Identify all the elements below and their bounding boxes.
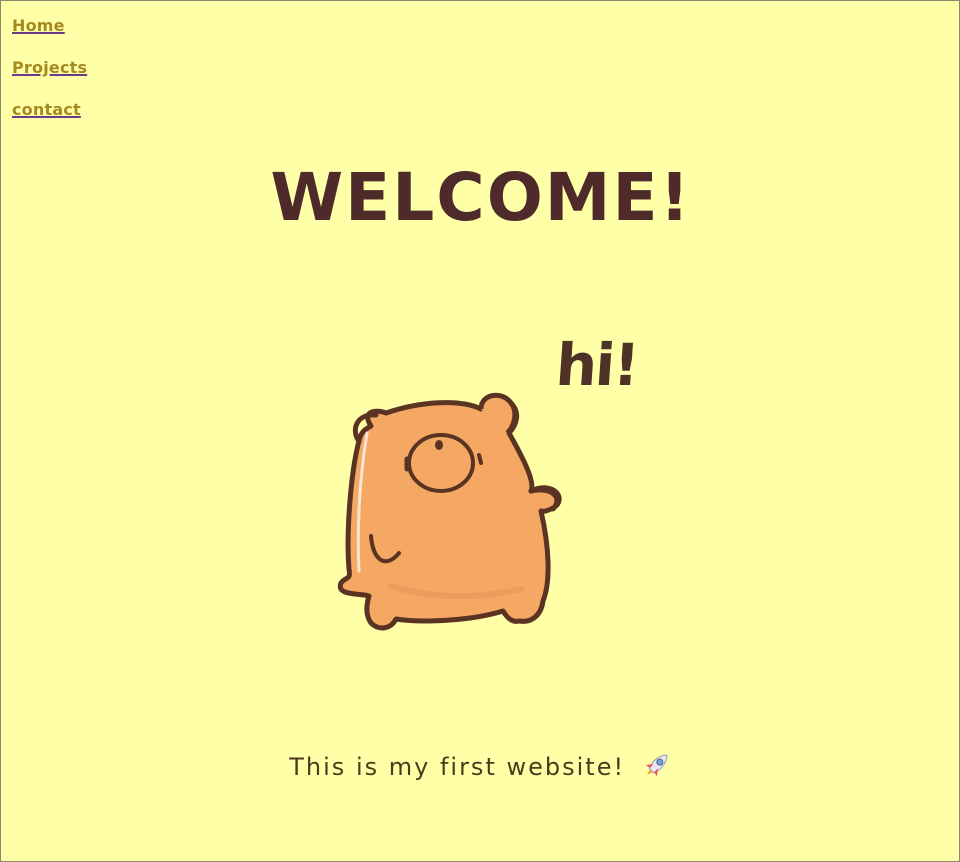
nav-menu: Home Projects contact [12,15,87,141]
tagline-text: This is my first website! [289,753,626,781]
nav-link-projects[interactable]: Projects [12,57,87,78]
speech-text: hi! [553,331,641,399]
page-title: WELCOME! [270,159,692,236]
rocket-icon [641,749,673,787]
nav-link-contact[interactable]: contact [12,99,87,120]
tagline: This is my first website! [1,749,960,787]
nav-link-home[interactable]: Home [12,15,87,36]
